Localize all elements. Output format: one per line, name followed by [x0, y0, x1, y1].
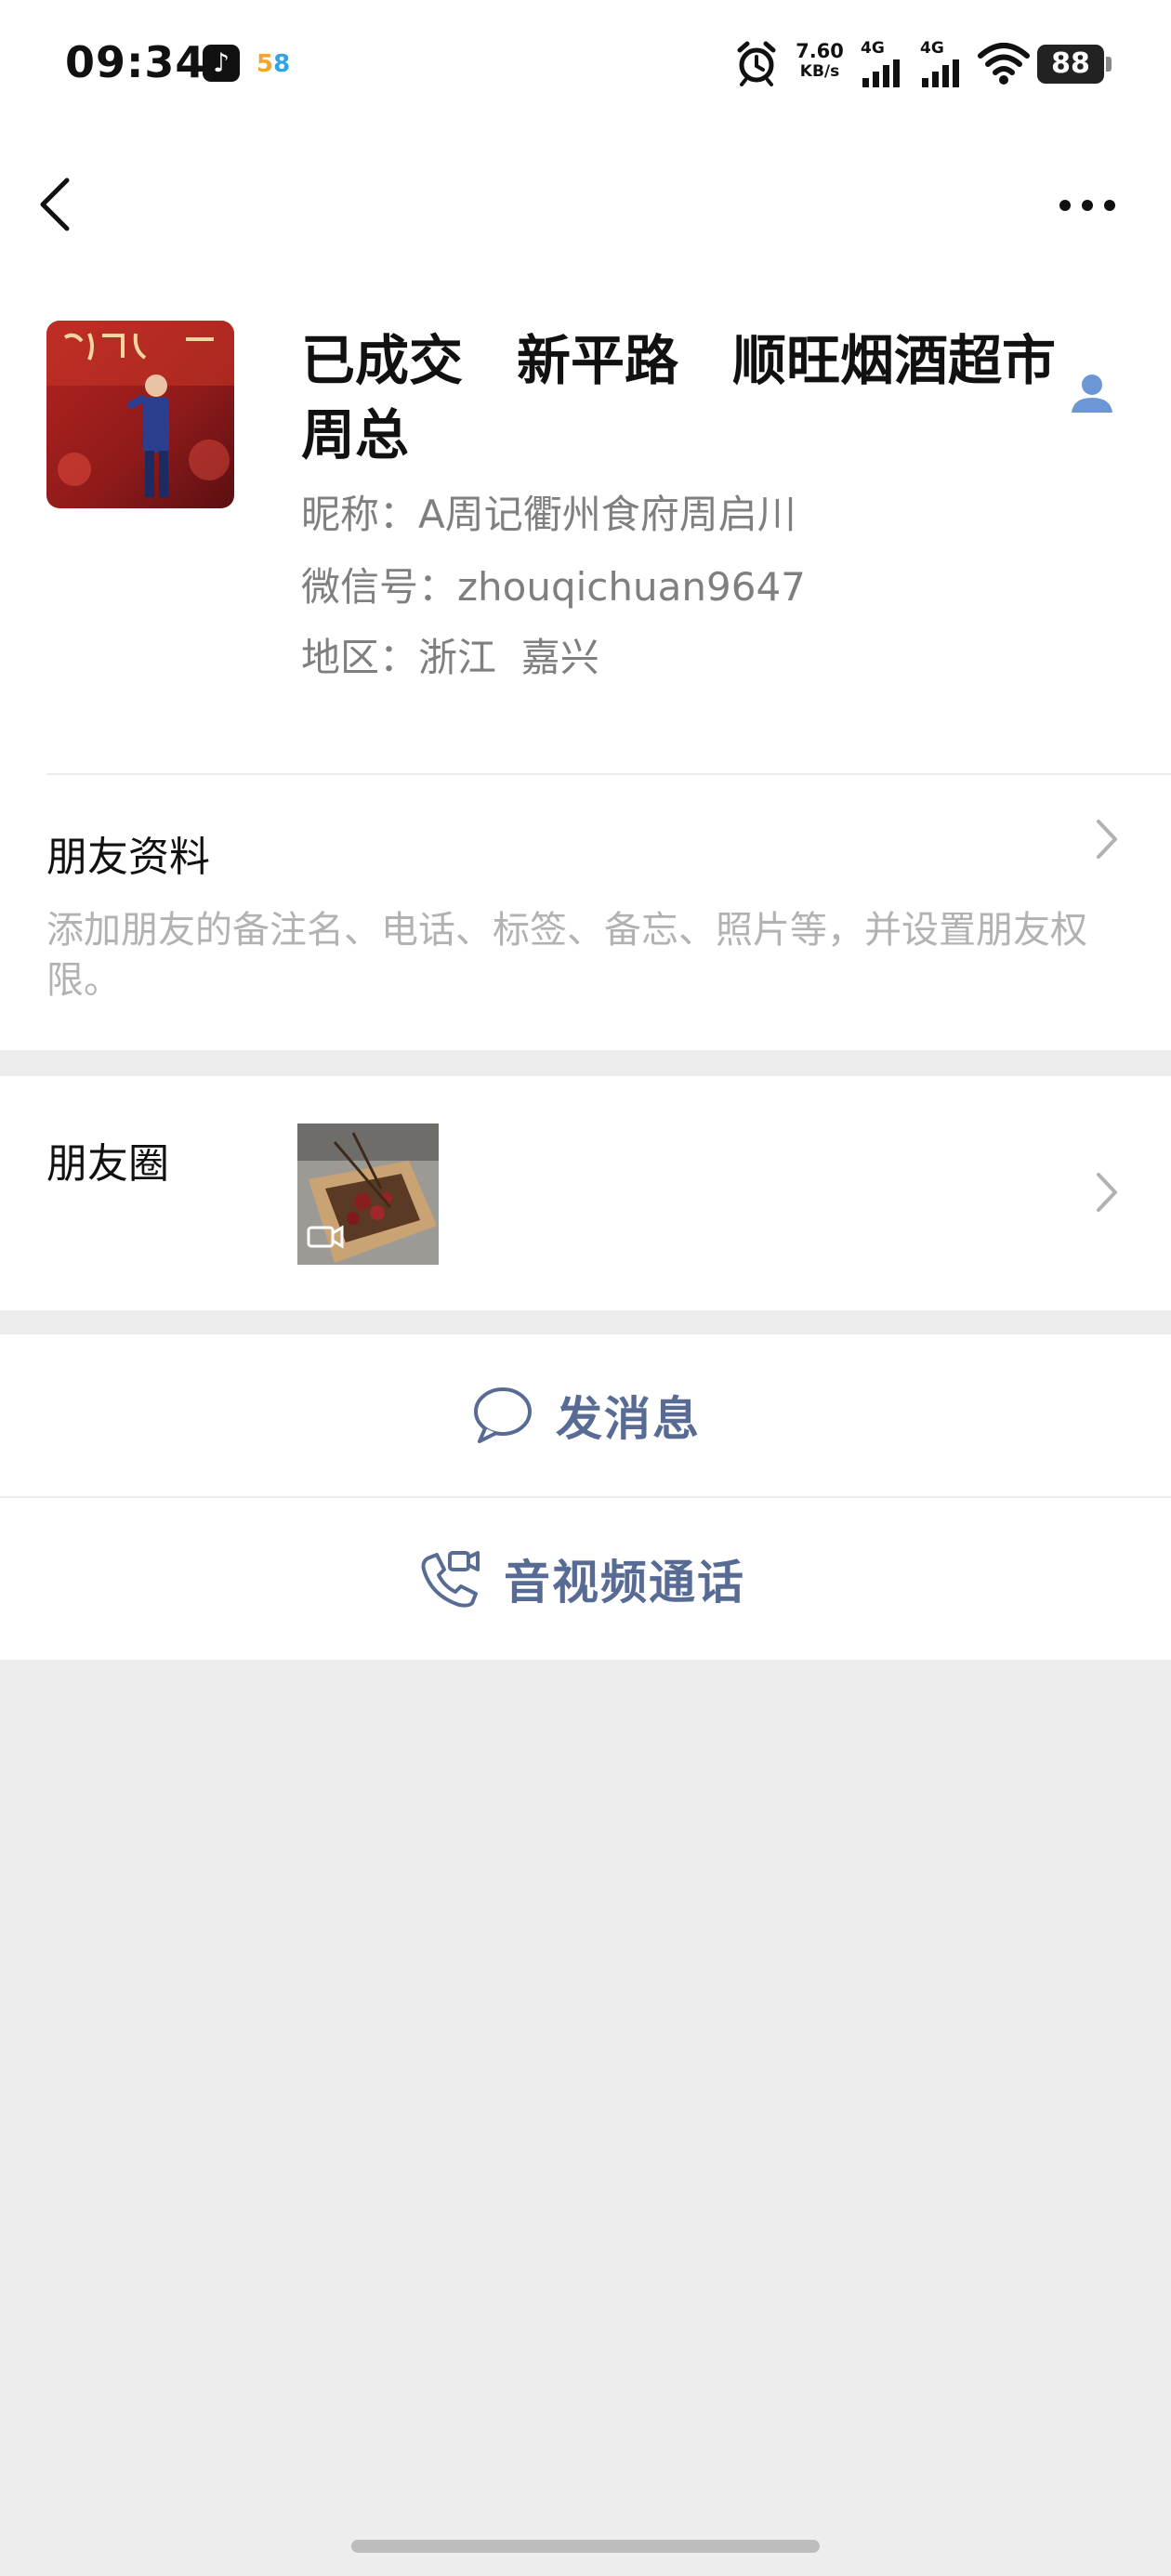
wifi-icon — [978, 43, 1030, 85]
chevron-right-icon — [1097, 1173, 1117, 1212]
region-line: 地区：浙江 嘉兴 — [301, 635, 599, 680]
app-58-icon: 58 — [257, 50, 291, 78]
moments-row[interactable]: 朋友圈 — [0, 1076, 1171, 1310]
wechat-id-line: 微信号：zhouqichuan9647 — [301, 564, 806, 610]
network-speed: 7.60 KB/s — [792, 41, 848, 89]
video-call-label: 音视频通话 — [504, 1556, 745, 1610]
nickname-line: 昵称：A周记衢州食府周启川 — [301, 492, 796, 537]
home-indicator[interactable] — [351, 2540, 820, 2553]
network-type-label-2: 4G — [920, 39, 944, 58]
speed-unit: KB/s — [799, 62, 840, 81]
friend-info-row[interactable]: 朋友资料 添加朋友的备注名、电话、标签、备忘、照片等，并设置朋友权限。 — [0, 775, 1171, 1050]
contact-person-icon[interactable] — [1069, 370, 1115, 416]
signal-icon-2: 4G — [918, 39, 970, 87]
profile-name: 已成交 新平路 顺旺烟酒超市 周总 — [301, 329, 1111, 467]
send-message-button[interactable]: 发消息 — [0, 1334, 1171, 1496]
avatar[interactable] — [46, 321, 234, 508]
moments-video-thumbnail[interactable] — [297, 1124, 439, 1265]
send-message-label: 发消息 — [556, 1392, 701, 1446]
friend-info-title: 朋友资料 — [46, 834, 210, 881]
nav-bar — [0, 130, 1171, 279]
friend-info-description: 添加朋友的备注名、电话、标签、备忘、照片等，并设置朋友权限。 — [46, 909, 1087, 1002]
video-call-button[interactable]: 音视频通话 — [0, 1498, 1171, 1660]
moments-title: 朋友圈 — [46, 1140, 169, 1188]
chevron-right-icon — [1097, 820, 1117, 859]
tiktok-icon: ♪ — [203, 45, 240, 82]
battery-icon: 88 — [1037, 45, 1112, 84]
profile-card: 已成交 新平路 顺旺烟酒超市 周总 昵称：A周记衢州食府周启川 微信号：zhou… — [0, 279, 1171, 775]
status-time: 09:34 — [65, 37, 206, 87]
chat-bubble-icon — [474, 1387, 532, 1443]
video-call-content: 音视频通话 — [416, 1498, 745, 1660]
speed-value: 7.60 — [796, 40, 844, 62]
more-dots-icon[interactable] — [1050, 182, 1125, 229]
back-chevron-icon[interactable] — [33, 175, 80, 234]
send-message-content: 发消息 — [468, 1334, 701, 1496]
alarm-icon — [737, 41, 776, 86]
signal-icon: 4G — [859, 39, 911, 87]
status-bar: 09:34 ♪ 58 7.60 KB/s 4G 4G 88 — [0, 0, 1171, 130]
phone-video-icon — [421, 1551, 480, 1608]
network-type-label: 4G — [861, 39, 885, 58]
